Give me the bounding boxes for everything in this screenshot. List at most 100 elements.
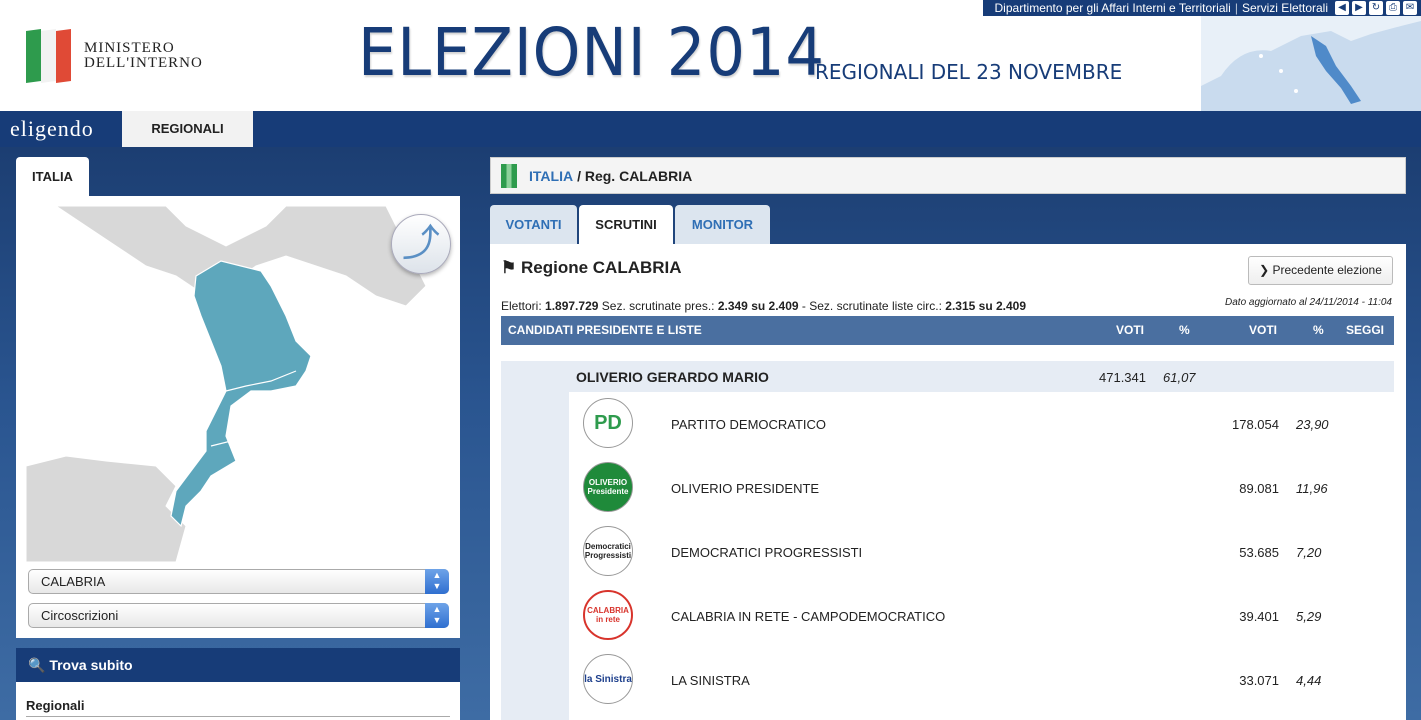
list-name: LA SINISTRA xyxy=(671,673,750,688)
ballot-icon xyxy=(501,163,517,188)
page-subtitle: REGIONALI DEL 23 NOVEMBRE xyxy=(815,60,1123,84)
update-timestamp: Dato aggiornato al 24/11/2014 - 11:04 xyxy=(1225,297,1392,308)
region-select-value: CALABRIA xyxy=(41,574,106,589)
list-indent xyxy=(501,392,569,720)
col-seggi: SEGGI xyxy=(1346,323,1385,337)
tab-scrutini[interactable]: SCRUTINI xyxy=(579,205,673,244)
tab-italia[interactable]: ITALIA xyxy=(16,157,89,197)
ministry-line2: DELL'INTERNO xyxy=(84,55,203,71)
party-logo-text: Democratici Progressisti xyxy=(584,542,632,560)
forward-icon[interactable]: ▶ xyxy=(1352,1,1366,15)
servizi-elettorali-link[interactable]: Servizi Elettorali xyxy=(1238,1,1332,15)
list-name: CALABRIA IN RETE - CAMPODEMOCRATICO xyxy=(671,609,946,624)
region-map[interactable] xyxy=(26,206,450,562)
candidate-votes: 471.341 xyxy=(1099,370,1146,385)
ministry-line1: MINISTERO xyxy=(84,40,175,56)
list-pct: 7,20 xyxy=(1296,545,1322,560)
stats-line: Elettori: 1.897.729 Sez. scrutinate pres… xyxy=(501,299,1026,313)
chevron-updown-icon: ▲ ▼ xyxy=(425,569,449,594)
region-heading: ⚑ Regione CALABRIA xyxy=(501,258,682,278)
trova-subito-header: 🔍 Trova subito xyxy=(16,648,460,682)
ministry-name: MINISTERO DELL'INTERNO xyxy=(84,41,203,71)
print-icon[interactable]: ⎙ xyxy=(1386,1,1400,15)
region-title: Regione CALABRIA xyxy=(520,258,682,277)
breadcrumb-italia-link[interactable]: ITALIA xyxy=(529,168,573,184)
refresh-icon[interactable]: ↻ xyxy=(1369,1,1383,15)
elettori-value: 1.897.729 xyxy=(545,299,599,313)
elettori-label: Elettori: xyxy=(501,299,542,313)
divider xyxy=(26,716,450,717)
list-row[interactable]: Democratici Progressisti DEMOCRATICI PRO… xyxy=(569,520,1394,584)
party-logo-text: PD xyxy=(594,412,622,434)
tab-votanti[interactable]: VOTANTI xyxy=(490,205,577,244)
trova-subito-title: Trova subito xyxy=(49,657,133,673)
circ-select-value: Circoscrizioni xyxy=(41,608,119,623)
list-row[interactable]: PD PARTITO DEMOCRATICO 178.054 23,90 xyxy=(569,392,1394,456)
zoom-out-button[interactable]: ⤴ xyxy=(391,214,451,274)
site-header: Dipartimento per gli Affari Interni e Te… xyxy=(0,0,1421,111)
party-logo-icon: OLIVERIO Presidente xyxy=(583,462,633,512)
regionali-label[interactable]: Regionali xyxy=(26,698,85,713)
list-row[interactable]: OLIVERIO Presidente OLIVERIO PRESIDENTE … xyxy=(569,456,1394,520)
col-voti-pres: VOTI xyxy=(1116,323,1145,337)
party-logo-icon: PD xyxy=(583,398,633,448)
tab-monitor[interactable]: MONITOR xyxy=(675,205,770,244)
list-votes: 39.401 xyxy=(1239,609,1279,624)
list-name: OLIVERIO PRESIDENTE xyxy=(671,481,820,496)
map-panel: ⤴ CALABRIA ▲ ▼ Circoscrizioni ▲ ▼ xyxy=(16,196,460,638)
table-header: CANDIDATI PRESIDENTE E LISTE VOTI % VOTI… xyxy=(501,316,1394,345)
breadcrumb: ITALIA / Reg. CALABRIA xyxy=(490,157,1406,194)
candidate-name: OLIVERIO GERARDO MARIO xyxy=(576,369,769,385)
list-pct: 5,29 xyxy=(1296,609,1322,624)
list-row[interactable]: CALABRIA in rete CALABRIA IN RETE - CAMP… xyxy=(569,584,1394,648)
sez-liste-value: 2.315 su 2.409 xyxy=(945,299,1027,313)
party-logo-text: CALABRIA in rete xyxy=(587,606,629,624)
party-logo-text: OLIVERIO Presidente xyxy=(587,478,629,496)
list-votes: 178.054 xyxy=(1232,417,1279,432)
list-row[interactable]: la Sinistra LA SINISTRA 33.071 4,44 xyxy=(569,648,1394,712)
sez-pres-value: 2.349 su 2.409 xyxy=(717,299,799,313)
party-logo-icon: CALABRIA in rete xyxy=(583,590,633,640)
circoscrizioni-select[interactable]: Circoscrizioni ▲ ▼ xyxy=(28,603,449,628)
page-title: ELEZIONI 2014 xyxy=(358,14,825,91)
list-pct: 4,44 xyxy=(1296,673,1322,688)
list-votes: 33.071 xyxy=(1239,673,1279,688)
list-pct: 11,96 xyxy=(1296,481,1328,496)
ministry-logo[interactable]: MINISTERO DELL'INTERNO xyxy=(26,28,203,84)
trova-subito-panel: Regionali xyxy=(16,682,460,720)
precedente-elezione-button[interactable]: ❯ Precedente elezione xyxy=(1248,256,1393,285)
results-panel: ⚑ Regione CALABRIA ❯ Precedente elezione… xyxy=(490,244,1406,720)
party-logo-text: la Sinistra xyxy=(584,673,632,685)
candidate-pct: 61,07 xyxy=(1163,370,1196,385)
mail-icon[interactable]: ✉ xyxy=(1403,1,1417,15)
dipartimento-link[interactable]: Dipartimento per gli Affari Interni e Te… xyxy=(991,1,1235,15)
separator: | xyxy=(1234,1,1238,15)
col-pct-pres: % xyxy=(1179,323,1190,337)
europe-map-icon xyxy=(1201,16,1421,111)
sez-pres-label: Sez. scrutinate pres.: xyxy=(601,299,715,313)
flag-icon: ⚑ xyxy=(501,258,517,277)
region-select[interactable]: CALABRIA ▲ ▼ xyxy=(28,569,449,594)
sez-liste-label: - Sez. scrutinate liste circ.: xyxy=(801,299,942,313)
list-name: DEMOCRATICI PROGRESSISTI xyxy=(671,545,863,560)
list-pct: 23,90 xyxy=(1296,417,1329,432)
tab-regionali[interactable]: REGIONALI xyxy=(122,111,253,147)
prev-button-label: Precedente elezione xyxy=(1272,263,1382,277)
top-utility-bar: Dipartimento per gli Affari Interni e Te… xyxy=(982,0,1421,16)
party-logo-icon: la Sinistra xyxy=(583,654,633,704)
col-candidati: CANDIDATI PRESIDENTE E LISTE xyxy=(508,323,702,337)
eligendo-logo[interactable]: eligendo xyxy=(10,116,94,142)
search-icon: 🔍 xyxy=(28,657,46,673)
main-navbar: eligendo REGIONALI xyxy=(0,111,1421,147)
col-pct-liste: % xyxy=(1313,323,1324,337)
col-voti-liste: VOTI xyxy=(1249,323,1278,337)
back-icon[interactable]: ◀ xyxy=(1335,1,1349,15)
candidate-row[interactable]: OLIVERIO GERARDO MARIO 471.341 61,07 xyxy=(501,361,1394,392)
breadcrumb-current: / Reg. CALABRIA xyxy=(577,167,693,184)
chevron-right-icon: ❯ xyxy=(1259,263,1270,277)
italian-flag-icon xyxy=(26,28,72,84)
party-logo-icon: Democratici Progressisti xyxy=(583,526,633,576)
list-name: PARTITO DEMOCRATICO xyxy=(671,417,827,432)
list-votes: 89.081 xyxy=(1239,481,1279,496)
list-votes: 53.685 xyxy=(1239,545,1279,560)
